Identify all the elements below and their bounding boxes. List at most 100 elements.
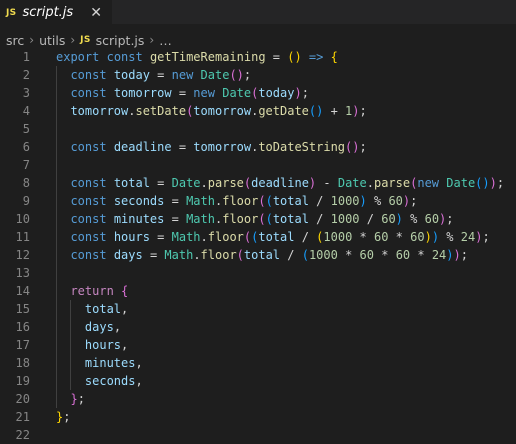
code-line[interactable]: 9 const seconds = Math.floor((total / 10… xyxy=(0,192,516,210)
code-token: floor xyxy=(222,194,258,208)
code-line[interactable]: 21}; xyxy=(0,408,516,426)
code-token: ; xyxy=(359,140,366,154)
javascript-file-icon: JS xyxy=(6,8,16,18)
code-line[interactable]: 1export const getTimeRemaining = () => { xyxy=(0,48,516,66)
code-line[interactable]: 20 }; xyxy=(0,390,516,408)
code-token xyxy=(107,212,114,226)
code-token xyxy=(107,86,114,100)
code-line[interactable]: 19 seconds, xyxy=(0,372,516,390)
code-token: Date xyxy=(222,86,251,100)
code-token xyxy=(56,86,70,100)
code-token: 24 xyxy=(432,248,446,262)
code-text xyxy=(56,264,516,282)
code-token xyxy=(107,140,114,154)
code-token: floor xyxy=(222,212,258,226)
code-line[interactable]: 7 xyxy=(0,156,516,174)
indent-guide xyxy=(56,300,57,318)
code-token: . xyxy=(367,176,374,190)
code-token: ) xyxy=(294,86,301,100)
indent-guide xyxy=(56,210,57,228)
close-icon[interactable]: ✕ xyxy=(90,5,102,21)
code-token: floor xyxy=(201,248,237,262)
indent-guide xyxy=(70,318,71,336)
code-token: 1000 xyxy=(323,230,352,244)
line-number: 20 xyxy=(0,390,56,408)
code-token: const xyxy=(107,50,143,64)
line-number: 21 xyxy=(0,408,56,426)
code-token: * xyxy=(388,230,410,244)
code-token xyxy=(107,194,114,208)
code-token xyxy=(99,50,106,64)
code-line[interactable]: 3 const tomorrow = new Date(today); xyxy=(0,84,516,102)
indent-guide xyxy=(56,192,57,210)
code-text: const seconds = Math.floor((total / 1000… xyxy=(56,192,516,210)
code-token: Date xyxy=(201,68,230,82)
code-text: return { xyxy=(56,282,516,300)
code-token: getTimeRemaining xyxy=(150,50,266,64)
code-token: setDate xyxy=(135,104,186,118)
code-line[interactable]: 12 const days = Math.floor(total / (1000… xyxy=(0,246,516,264)
code-line[interactable]: 17 hours, xyxy=(0,336,516,354)
code-token: = xyxy=(164,194,186,208)
tab-script-js[interactable]: JS script.js ✕ xyxy=(0,0,112,24)
code-token: tomorrow xyxy=(114,86,172,100)
code-token xyxy=(56,248,70,262)
code-token: ; xyxy=(302,86,309,100)
code-line[interactable]: 8 const total = Date.parse(deadline) - D… xyxy=(0,174,516,192)
code-token: const xyxy=(70,68,106,82)
code-token: tomorrow xyxy=(193,140,251,154)
code-token: hours xyxy=(85,338,121,352)
code-line[interactable]: 16 days, xyxy=(0,318,516,336)
code-text: export const getTimeRemaining = () => { xyxy=(56,48,516,66)
editor-scrollbar[interactable] xyxy=(506,48,516,436)
code-token: const xyxy=(70,176,106,190)
code-token: Math xyxy=(164,248,193,262)
code-token: parse xyxy=(374,176,410,190)
code-line[interactable]: 22 xyxy=(0,426,516,444)
code-token: ( xyxy=(266,194,273,208)
code-token: ; xyxy=(482,230,489,244)
indent-guide xyxy=(70,372,71,390)
code-token: ; xyxy=(63,410,70,424)
code-token: ) xyxy=(425,230,432,244)
line-number: 1 xyxy=(0,48,56,66)
code-token: ) xyxy=(446,248,453,262)
code-token: Math xyxy=(186,194,215,208)
code-text: const hours = Math.floor((total / (1000 … xyxy=(56,228,516,246)
breadcrumb-item-file[interactable]: script.js xyxy=(96,33,145,48)
code-token: tomorrow xyxy=(70,104,128,118)
code-text: seconds, xyxy=(56,372,516,390)
line-number: 16 xyxy=(0,318,56,336)
code-token: 24 xyxy=(461,230,475,244)
breadcrumb-item-src[interactable]: src xyxy=(6,33,24,48)
tab-title: script.js xyxy=(22,5,73,20)
code-line[interactable]: 4 tomorrow.setDate(tomorrow.getDate() + … xyxy=(0,102,516,120)
code-line[interactable]: 15 total, xyxy=(0,300,516,318)
breadcrumb-item-more[interactable]: … xyxy=(159,33,172,48)
code-token: tomorrow xyxy=(193,104,251,118)
code-line[interactable]: 10 const minutes = Math.floor((total / 1… xyxy=(0,210,516,228)
code-token: ) xyxy=(352,104,359,118)
code-token xyxy=(193,68,200,82)
code-token xyxy=(56,194,70,208)
line-number: 2 xyxy=(0,66,56,84)
code-editor[interactable]: 1export const getTimeRemaining = () => {… xyxy=(0,48,516,436)
code-line[interactable]: 6 const deadline = tomorrow.toDateString… xyxy=(0,138,516,156)
code-line[interactable]: 14 return { xyxy=(0,282,516,300)
code-token: export xyxy=(56,50,99,64)
code-line[interactable]: 11 const hours = Math.floor((total / (10… xyxy=(0,228,516,246)
code-token: % xyxy=(367,194,389,208)
code-line[interactable]: 5 xyxy=(0,120,516,138)
code-token: 1000 xyxy=(331,194,360,208)
code-line[interactable]: 13 xyxy=(0,264,516,282)
indent-guide xyxy=(56,228,57,246)
code-token: ; xyxy=(497,176,504,190)
code-line[interactable]: 18 minutes, xyxy=(0,354,516,372)
code-token: * xyxy=(352,230,374,244)
code-token: ( xyxy=(302,248,309,262)
code-token: new xyxy=(172,68,194,82)
line-number: 7 xyxy=(0,156,56,174)
code-line[interactable]: 2 const today = new Date(); xyxy=(0,66,516,84)
breadcrumb-item-utils[interactable]: utils xyxy=(39,33,65,48)
code-token: const xyxy=(70,194,106,208)
